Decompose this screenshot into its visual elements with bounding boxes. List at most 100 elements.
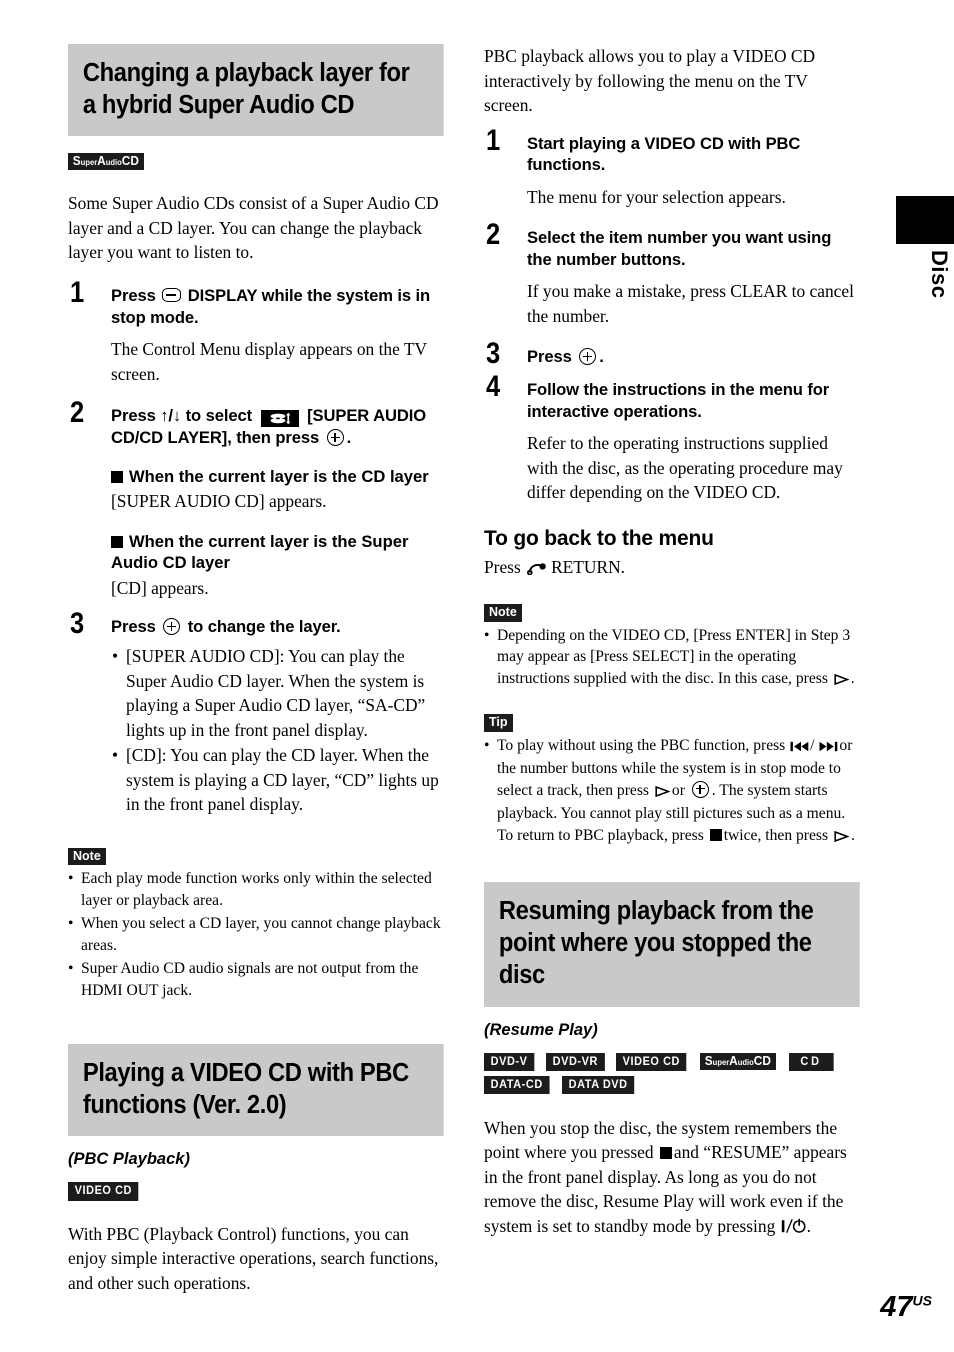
- video-cd-badge: VIDEO CD: [68, 1182, 139, 1201]
- list-item: Each play mode function works only withi…: [68, 868, 443, 911]
- step-number: 2: [486, 218, 501, 252]
- stop-button-icon: [709, 828, 722, 841]
- play-button-icon: [655, 782, 671, 804]
- step-number: 4: [486, 370, 501, 403]
- list-item: Depending on the VIDEO CD, [Press ENTER]…: [484, 625, 859, 692]
- tip-tag: Tip: [484, 714, 513, 732]
- list-item: To play without using the PBC function, …: [484, 735, 859, 849]
- chapter-thumb-tab-label: Disc: [927, 250, 952, 299]
- note-block-right: Note Depending on the VIDEO CD, [Press E…: [484, 603, 859, 691]
- list-item: [SUPER AUDIO CD]: You can play the Super…: [111, 644, 443, 742]
- step-number: 2: [70, 396, 85, 430]
- right-column: PBC playback allows you to play a VIDEO …: [484, 44, 860, 1241]
- cd-badge: CD: [788, 1052, 833, 1071]
- subheading-body-text-after-icon: RETURN.: [551, 556, 625, 577]
- section-heading-line-2: functions (Ver. 2.0): [82, 1091, 287, 1120]
- note-block-left: Note Each play mode function works only …: [68, 847, 443, 1001]
- section-heading-resuming-playback: Resuming playback from the point where y…: [484, 882, 860, 1007]
- section-heading-line-1: Playing a VIDEO CD with PBC: [82, 1059, 409, 1088]
- note-list: Each play mode function works only withi…: [68, 868, 443, 1001]
- right-intro-paragraph: PBC playback allows you to play a VIDEO …: [484, 46, 816, 116]
- page-region-suffix: US: [912, 1292, 932, 1309]
- step-detail: Refer to the operating instructions supp…: [527, 433, 843, 503]
- dvd-vr-badge: DVD-VR: [545, 1052, 605, 1071]
- super-audio-cd-cd-layer-icon: [260, 410, 299, 428]
- list-item: Super Audio CD audio signals are not out…: [68, 958, 443, 1001]
- step-heading-text-before-icon: Press: [111, 285, 156, 305]
- sub-section-body-cd-layer: [SUPER AUDIO CD] appears.: [111, 491, 327, 512]
- tip-text-part-1: To play without using the PBC function, …: [497, 736, 786, 754]
- dvd-v-badge: DVD-V: [484, 1052, 535, 1071]
- section-heading-line-1: Changing a playback layer for: [82, 59, 410, 87]
- step-heading: Follow the instructions in the menu for …: [527, 380, 830, 421]
- step-number: 3: [70, 607, 85, 641]
- tip-text-part-6: .: [850, 826, 855, 844]
- step-3-left: 3 Press to change the layer. [SUPER AUDI…: [68, 609, 443, 817]
- chapter-thumb-tab: [896, 196, 954, 244]
- step-detail: The Control Menu display appears on the …: [111, 339, 427, 384]
- step-heading: Press .: [527, 346, 859, 368]
- step-detail: If you make a mistake, press CLEAR to ca…: [527, 281, 854, 326]
- section-heading-line-2: point where you stopped the: [498, 929, 812, 958]
- step-4-right: 4 Follow the instructions in the menu fo…: [484, 372, 859, 505]
- step-heading: Press to change the layer.: [111, 616, 443, 638]
- disc-badge-row-sacd: SuperAudioCD: [68, 153, 443, 175]
- data-cd-badge: DATA-CD: [484, 1075, 550, 1094]
- section-heading-line-1: Resuming playback from the: [498, 897, 814, 926]
- step-2-left: 2 Press ↑/↓ to select [SUPER AUDIO CD/CD…: [68, 398, 443, 600]
- enter-button-icon: [579, 348, 597, 366]
- enter-button-icon: [163, 618, 181, 636]
- sub-section-heading-text: When the current layer is the Super Audi…: [111, 531, 409, 573]
- super-audio-cd-badge: SuperAudioCD: [68, 153, 144, 171]
- note-list: Depending on the VIDEO CD, [Press ENTER]…: [484, 625, 859, 692]
- section3-body-part-3: .: [806, 1215, 811, 1236]
- step-heading: Press ↑/↓ to select [SUPER AUDIO CD/CD L…: [111, 405, 443, 449]
- section-heading-line-3: disc: [498, 961, 545, 990]
- video-cd-badge: VIDEO CD: [616, 1052, 688, 1071]
- stop-button-icon: [659, 1147, 672, 1160]
- sub-section-body-sacd-layer: [CD] appears.: [111, 577, 209, 598]
- step-heading-part-1: Press ↑/↓ to select: [111, 406, 253, 426]
- return-button-icon: [527, 557, 548, 582]
- note-tag: Note: [484, 604, 522, 622]
- page-number-value: 47: [880, 1291, 913, 1323]
- black-square-bullet-icon: [111, 535, 123, 548]
- subheading-body: Press RETURN.: [484, 555, 859, 582]
- step-heading-part-3: .: [346, 428, 352, 448]
- super-audio-cd-badge: SuperAudioCD: [699, 1052, 776, 1071]
- section3-body-paragraph: When you stop the disc, the system remem…: [484, 1116, 859, 1241]
- list-item: [CD]: You can play the CD layer. When th…: [111, 743, 443, 817]
- step-number: 1: [486, 123, 501, 157]
- note-text-part-1: Depending on the VIDEO CD, [Press ENTER]…: [497, 626, 851, 687]
- previous-track-icon: [790, 737, 809, 759]
- tip-icon-separator: /: [810, 736, 815, 754]
- display-button-icon: [162, 287, 182, 302]
- note-tag: Note: [68, 847, 106, 866]
- tip-block-right: Tip To play without using the PBC functi…: [484, 713, 859, 848]
- tip-text-part-3: or: [671, 781, 685, 799]
- subheading-body-text-before-icon: Press: [484, 556, 521, 577]
- play-button-icon: [834, 670, 850, 692]
- step-detail: The menu for your selection appears.: [527, 186, 786, 207]
- step-2-right: 2 Select the item number you want using …: [484, 220, 859, 328]
- section3-subtitle: (Resume Play): [484, 1020, 598, 1039]
- step-heading-text-after-icon: .: [599, 347, 604, 367]
- enter-button-icon: [691, 780, 709, 798]
- left-column: Changing a playback layer for a hybrid S…: [68, 44, 444, 1295]
- section-heading-playing-video-cd-pbc: Playing a VIDEO CD with PBC functions (V…: [68, 1044, 444, 1137]
- play-button-icon: [834, 827, 850, 849]
- note-text-part-2: .: [850, 669, 855, 687]
- step-3-right: 3 Press .: [484, 339, 859, 369]
- step-heading: Press DISPLAY while the system is in sto…: [111, 285, 443, 328]
- step-1-right: 1 Start playing a VIDEO CD with PBC func…: [484, 125, 859, 210]
- tip-text-part-5: twice, then press: [723, 826, 829, 844]
- section2-intro-paragraph: With PBC (Playback Control) functions, y…: [68, 1223, 439, 1293]
- step-1-left: 1 Press DISPLAY while the system is in s…: [68, 277, 443, 386]
- disc-badge-row-resume: DVD-V DVD-VR VIDEO CD SuperAudioCD CD DA…: [484, 1052, 859, 1099]
- next-track-icon: [819, 737, 838, 759]
- page-number: 47US: [880, 1293, 932, 1322]
- sub-section-heading-text: When the current layer is the CD layer: [129, 466, 429, 486]
- black-square-bullet-icon: [111, 470, 123, 483]
- step-heading: Select the item number you want using th…: [527, 228, 832, 269]
- enter-button-icon: [326, 429, 344, 447]
